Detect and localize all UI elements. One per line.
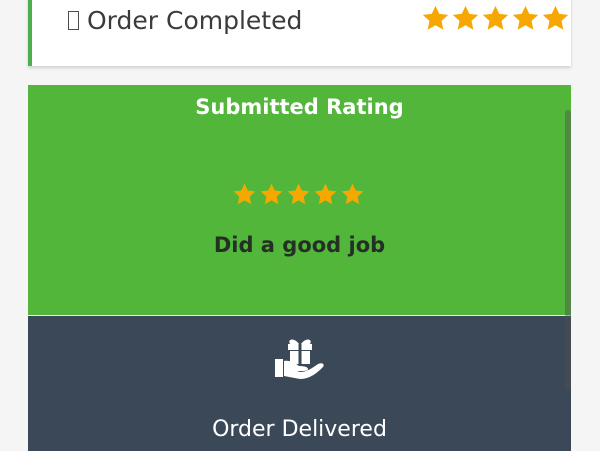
submitted-rating-title: Submitted Rating (195, 95, 404, 119)
scrollbar[interactable] (565, 110, 571, 390)
order-delivered-panel: Order Delivered (28, 316, 571, 451)
star-icon (452, 5, 479, 30)
order-delivered-label: Order Delivered (212, 417, 387, 442)
star-icon (512, 5, 539, 30)
star-icon (542, 5, 569, 30)
star-icon (341, 183, 364, 205)
order-status-text: Order Completed (87, 6, 303, 35)
order-status-card: Order Completed (28, 0, 571, 66)
star-icon (314, 183, 337, 205)
order-status: Order Completed (68, 6, 302, 35)
star-icon (482, 5, 509, 30)
screen: Order Completed Submitted Rating Did a g… (0, 0, 600, 451)
star-icon (233, 183, 256, 205)
star-icon (260, 183, 283, 205)
gift-hand-icon (275, 339, 324, 379)
missing-glyph-icon (68, 11, 79, 30)
order-rating-stars (421, 4, 570, 33)
submitted-rating-stars (232, 182, 365, 207)
star-icon (287, 183, 310, 205)
rating-comment: Did a good job (213, 233, 386, 257)
star-icon (422, 5, 449, 30)
submitted-rating-panel: Submitted Rating Did a good job (28, 85, 571, 315)
